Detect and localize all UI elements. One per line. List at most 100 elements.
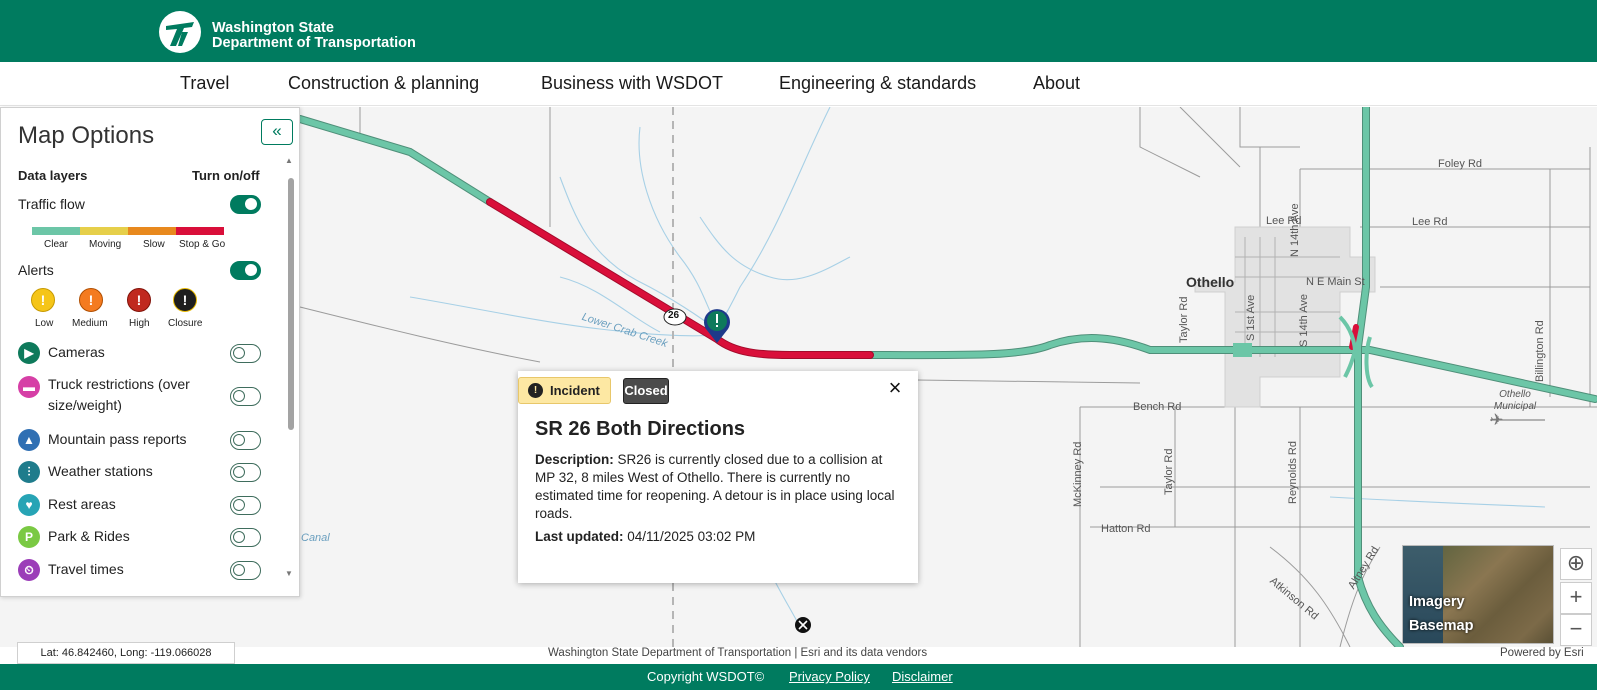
brand-name[interactable]: Washington State Department of Transport… <box>212 21 416 51</box>
legend-clear-label: Clear <box>44 239 68 250</box>
label-taylor-rd-north: Taylor Rd <box>1178 296 1190 343</box>
map-attribution: Washington State Department of Transport… <box>548 647 928 659</box>
popup-description: Description: SR26 is currently closed du… <box>535 451 905 523</box>
layer-truck-restrictions-label: Truck restrictions (over size/weight) <box>48 376 190 413</box>
footer-copyright: Copyright WSDOT© <box>647 669 765 684</box>
mountain-pass-toggle[interactable] <box>230 431 261 450</box>
truck-restrictions-toggle[interactable] <box>230 387 261 406</box>
label-n-14th-ave: N 14th Ave <box>1289 203 1301 257</box>
basemap-label-line-1: Imagery <box>1409 594 1465 610</box>
scroll-down-icon[interactable]: ▼ <box>285 569 293 578</box>
zoom-in-button[interactable]: + <box>1560 582 1592 614</box>
footer-privacy-link[interactable]: Privacy Policy <box>789 669 870 684</box>
nav-engineering-standards[interactable]: Engineering & standards <box>779 73 976 94</box>
weather-stations-toggle[interactable] <box>230 463 261 482</box>
mountain-icon: ▲ <box>18 429 40 451</box>
alert-medium-icon: ! <box>79 288 103 312</box>
wsdot-logo-icon[interactable] <box>158 10 202 54</box>
basemap-label: Imagery Basemap <box>1409 590 1473 638</box>
nav-travel[interactable]: Travel <box>180 73 229 94</box>
scroll-up-icon[interactable]: ▲ <box>285 156 293 165</box>
rest-areas-toggle[interactable] <box>230 496 261 515</box>
layer-rest-areas-label: Rest areas <box>48 496 116 512</box>
label-reynolds-rd: Reynolds Rd <box>1287 441 1299 504</box>
cameras-toggle[interactable] <box>230 344 261 363</box>
label-hatton-rd: Hatton Rd <box>1101 523 1151 535</box>
incident-badge-label: Incident <box>550 383 600 398</box>
traffic-flow-label: Traffic flow <box>18 196 85 212</box>
locate-icon: ⊕ <box>1566 550 1586 575</box>
label-billington-rd: Billington Rd <box>1534 320 1546 382</box>
collapse-panel-button[interactable]: « <box>261 119 293 145</box>
travel-times-icon: ⏲ <box>18 559 40 581</box>
turn-on-off-header: Turn on/off <box>192 168 260 183</box>
data-layers-header: Data layers <box>18 168 88 183</box>
closed-badge: Closed <box>623 378 669 404</box>
truck-icon: ▬ <box>18 376 40 398</box>
alert-low-label: Low <box>35 318 54 329</box>
layer-cameras-label: Cameras <box>48 344 105 360</box>
traffic-flow-toggle[interactable] <box>230 195 261 214</box>
site-header: Washington State Department of Transport… <box>0 0 1597 62</box>
route-shield-label: 26 <box>668 310 680 321</box>
label-bench-rd: Bench Rd <box>1133 401 1182 413</box>
panel-scrollbar-thumb[interactable] <box>288 178 294 430</box>
nav-construction-planning[interactable]: Construction & planning <box>288 73 479 94</box>
label-s-14th-ave: S 14th Ave <box>1298 293 1310 347</box>
alert-high-icon: ! <box>127 288 151 312</box>
layer-mountain-pass-label: Mountain pass reports <box>48 431 187 447</box>
basemap-label-line-2: Basemap <box>1409 618 1474 634</box>
minus-icon: − <box>1569 616 1583 641</box>
alert-closure-label: Closure <box>168 318 203 329</box>
plus-icon: + <box>1569 584 1583 609</box>
popup-last-updated: Last updated: 04/11/2025 03:02 PM <box>535 529 755 544</box>
legend-slow-swatch <box>128 227 176 235</box>
legend-stop-go-label: Stop & Go <box>179 239 226 250</box>
legend-slow-label: Slow <box>143 239 165 250</box>
legend-moving-label: Moving <box>89 239 122 250</box>
last-updated-label: Last updated: <box>535 529 624 544</box>
airport-icon: ✈ <box>1490 412 1503 429</box>
coordinates-readout: Lat: 46.842460, Long: -119.066028 <box>17 642 235 664</box>
main-nav: Travel Construction & planning Business … <box>0 62 1597 106</box>
map-marker-x-icon[interactable] <box>795 617 811 633</box>
powered-by-esri[interactable]: Powered by Esri <box>1500 647 1584 659</box>
park-rides-toggle[interactable] <box>230 528 261 547</box>
label-s-1st-ave: S 1st Ave <box>1245 294 1257 341</box>
imagery-basemap-toggle[interactable]: Imagery Basemap <box>1402 545 1554 644</box>
layer-travel-times-label: Travel times <box>48 561 124 577</box>
travel-times-toggle[interactable] <box>230 561 261 580</box>
footer-disclaimer-link[interactable]: Disclaimer <box>892 669 953 684</box>
label-othello: Othello <box>1186 274 1235 290</box>
othello-town-area <box>1194 226 1376 408</box>
brand-line-1: Washington State <box>212 20 334 36</box>
nav-about[interactable]: About <box>1033 73 1080 94</box>
alerts-toggle[interactable] <box>230 261 261 280</box>
locate-button[interactable]: ⊕ <box>1560 548 1592 580</box>
park-and-ride-icon: P <box>18 526 40 548</box>
highway-traffic-flow <box>296 107 1597 647</box>
popup-title: SR 26 Both Directions <box>535 418 746 440</box>
alert-high-label: High <box>129 318 150 329</box>
legend-clear-swatch <box>32 227 80 235</box>
exclamation-icon: ! <box>528 383 543 398</box>
legend-stop-go-swatch <box>176 227 224 235</box>
camera-icon: ▶ <box>18 342 40 364</box>
label-taylor-rd-south: Taylor Rd <box>1163 448 1175 495</box>
weather-station-icon: ⫶ <box>18 461 40 483</box>
zoom-out-button[interactable]: − <box>1560 614 1592 646</box>
label-ne-main-st: N E Main St <box>1306 276 1365 288</box>
nav-business-with-wsdot[interactable]: Business with WSDOT <box>541 73 723 94</box>
close-icon[interactable]: × <box>884 377 906 399</box>
legend-moving-swatch <box>80 227 128 235</box>
bottom-strip <box>0 690 1597 694</box>
label-foley-rd: Foley Rd <box>1438 158 1483 170</box>
double-chevron-left-icon: « <box>272 121 282 140</box>
layer-park-rides-label: Park & Rides <box>48 528 130 544</box>
site-footer: Copyright WSDOT© Privacy Policy Disclaim… <box>0 664 1597 690</box>
incident-badge: ! Incident <box>518 377 611 404</box>
alert-closure-icon: ! <box>173 288 197 312</box>
layer-weather-stations-label: Weather stations <box>48 463 153 479</box>
map-options-panel: Map Options « Data layers Turn on/off Tr… <box>0 107 300 597</box>
last-updated-value: 04/11/2025 03:02 PM <box>627 529 756 544</box>
